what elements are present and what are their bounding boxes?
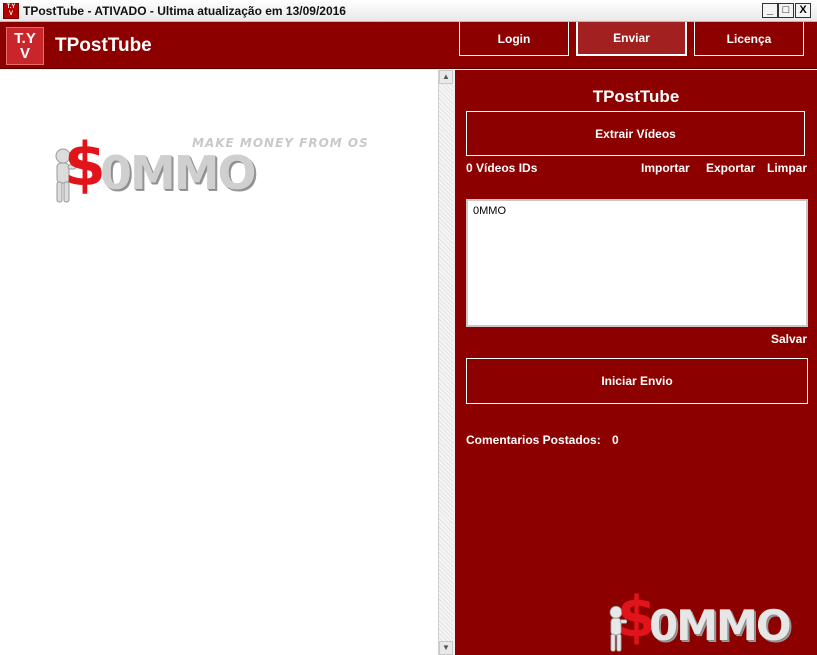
browser-view[interactable]: $ 0MMO MAKE MONEY FROM OS [0, 70, 438, 655]
maximize-button[interactable]: □ [778, 3, 794, 18]
comments-count: 0 [612, 433, 619, 447]
limpar-link[interactable]: Limpar [767, 161, 807, 175]
panel-logo-brand: 0MMO [649, 601, 792, 650]
video-ids-textarea[interactable]: 0MMO [466, 199, 808, 327]
logo-brand: 0MMO [100, 146, 257, 200]
panel-0mmo-logo: $ 0MMO [605, 585, 805, 655]
comments-label: Comentarios Postados: [466, 433, 601, 447]
app-name: TPostTube [55, 35, 152, 56]
window-title: TPostTube - ATIVADO - Ultima atualização… [23, 4, 346, 18]
extrair-videos-button[interactable]: Extrair Vídeos [466, 111, 805, 156]
panel-title: TPostTube [592, 87, 680, 106]
enviar-button[interactable]: Enviar [576, 22, 687, 56]
salvar-link[interactable]: Salvar [771, 332, 807, 346]
control-panel: TPostTube Extrair Vídeos 0 Vídeos IDs Im… [455, 70, 817, 655]
app-logo-bottom: V [19, 45, 30, 62]
exportar-link[interactable]: Exportar [706, 161, 755, 175]
minimize-button[interactable]: _ [762, 3, 778, 18]
window-titlebar: T.Y V TPostTube - ATIVADO - Ultima atuali… [0, 0, 817, 22]
app-logo: T.Y V [6, 27, 44, 65]
importar-link[interactable]: Importar [641, 161, 690, 175]
logo-tagline: MAKE MONEY FROM OS [192, 136, 369, 150]
video-ids-count: 0 Vídeos IDs [466, 161, 538, 175]
scroll-up-icon[interactable]: ▲ [439, 70, 453, 84]
app-icon: T.Y V [3, 3, 19, 19]
iniciar-envio-button[interactable]: Iniciar Envio [466, 358, 808, 404]
close-button[interactable]: X [795, 3, 811, 18]
comments-posted: Comentarios Postados: 0 [466, 433, 619, 447]
0mmo-logo: $ 0MMO MAKE MONEY FROM OS [50, 130, 380, 210]
login-button[interactable]: Login [459, 22, 569, 56]
browser-scrollbar[interactable]: ▲ ▼ [438, 70, 453, 655]
app-header: T.Y V TPostTube Login Enviar Licença [0, 22, 817, 69]
licenca-button[interactable]: Licença [694, 22, 804, 56]
ids-toolbar: 0 Vídeos IDs Importar Exportar Limpar [466, 161, 807, 177]
scroll-down-icon[interactable]: ▼ [439, 641, 453, 655]
